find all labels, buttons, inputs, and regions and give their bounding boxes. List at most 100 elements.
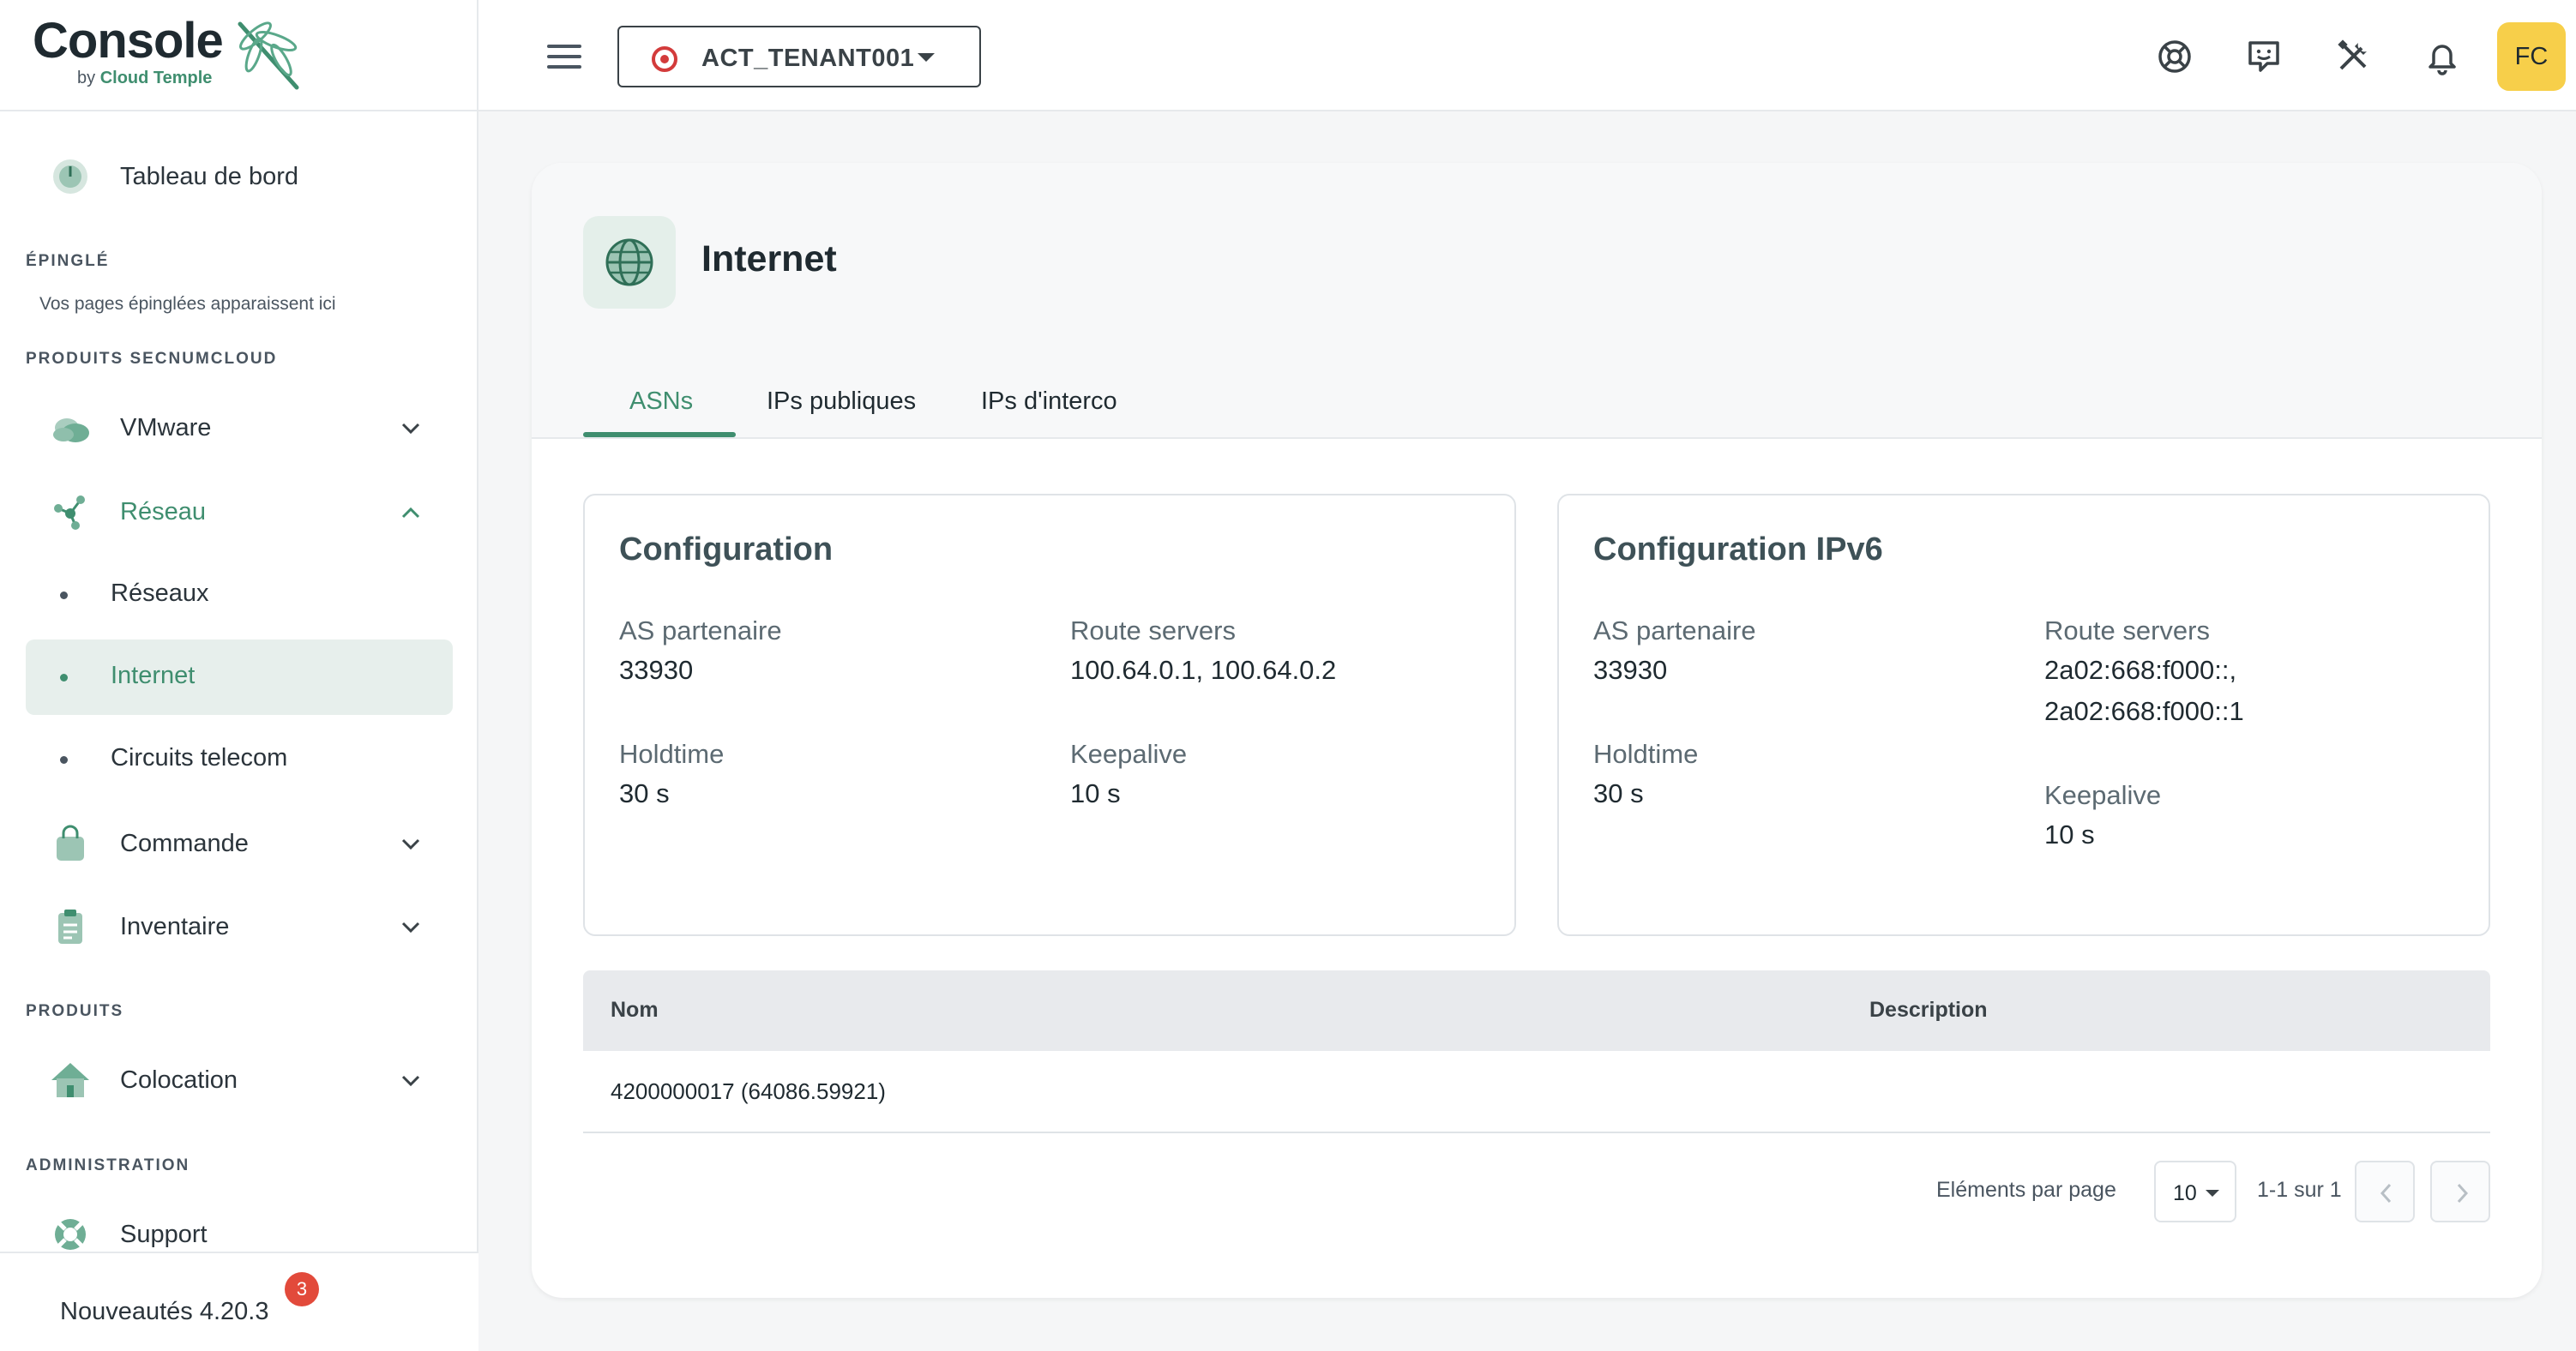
nav-reseau-label: Réseau xyxy=(120,497,206,525)
route-servers-value-1: 2a02:668:f000::, xyxy=(2044,655,2237,685)
keepalive-value: 10 s xyxy=(2044,820,2095,850)
nav-reseau[interactable]: Réseau xyxy=(26,474,453,549)
tab-ips-publiques[interactable]: IPs publiques xyxy=(767,387,916,439)
nav-reseaux[interactable]: Réseaux xyxy=(26,557,453,633)
nav-inventaire[interactable]: Inventaire xyxy=(26,889,453,964)
feedback-icon[interactable] xyxy=(2243,36,2284,77)
nav-vmware[interactable]: VMware xyxy=(26,390,453,465)
chevron-up-icon xyxy=(401,507,420,519)
news-link[interactable]: Nouveautés 4.20.3 xyxy=(60,1298,268,1326)
nav-internet-label: Internet xyxy=(111,662,196,689)
logo-title: Console xyxy=(33,13,224,69)
table-row[interactable]: 4200000017 (64086.59921) xyxy=(583,1051,2490,1133)
news-badge: 3 xyxy=(285,1272,319,1306)
route-servers-label: Route servers xyxy=(2044,615,2210,645)
chevron-down-icon xyxy=(401,922,420,934)
lifebuoy-icon xyxy=(55,1219,86,1250)
chevron-down-icon xyxy=(401,838,420,850)
cell-nom: 4200000017 (64086.59921) xyxy=(611,1078,886,1104)
menu-toggle-icon[interactable] xyxy=(547,45,581,69)
section-secnumcloud: PRODUITS SECNUMCLOUD xyxy=(26,350,278,368)
nav-dashboard-label: Tableau de bord xyxy=(120,162,298,190)
nav-colocation-label: Colocation xyxy=(120,1066,238,1094)
col-description[interactable]: Description xyxy=(1869,998,1988,1023)
as-partner-label: AS partenaire xyxy=(1593,615,1756,645)
holdtime-label: Holdtime xyxy=(1593,739,1699,769)
items-per-page-label: Eléments par page xyxy=(1936,1178,2116,1202)
col-nom[interactable]: Nom xyxy=(611,998,659,1023)
page-icon-box xyxy=(583,216,676,309)
clipboard-icon xyxy=(58,910,82,944)
tenant-selector[interactable]: ACT_TENANT001 xyxy=(617,26,981,87)
section-produits: PRODUITS xyxy=(26,1002,124,1020)
sidebar: Console by Cloud Temple Tableau de bord … xyxy=(0,0,478,1351)
main-card: Internet ASNs IPs publiques IPs d'interc… xyxy=(532,163,2542,1298)
nav-support-label: Support xyxy=(120,1220,208,1248)
next-page-button[interactable] xyxy=(2430,1161,2490,1222)
section-pinned: ÉPINGLÉ xyxy=(26,252,110,270)
route-servers-label: Route servers xyxy=(1070,615,1236,645)
tab-ips-interco[interactable]: IPs d'interco xyxy=(981,387,1117,439)
tenant-name: ACT_TENANT001 xyxy=(701,45,915,72)
tab-asns[interactable]: ASNs xyxy=(629,387,693,439)
logo-brand: Cloud Temple xyxy=(99,69,213,87)
bell-icon[interactable] xyxy=(2422,36,2463,77)
user-avatar[interactable]: FC xyxy=(2497,22,2566,91)
keepalive-label: Keepalive xyxy=(2044,780,2162,810)
lifebuoy-icon[interactable] xyxy=(2154,36,2195,77)
caret-down-icon xyxy=(918,53,935,62)
pinned-hint: Vos pages épinglées apparaissent ici xyxy=(39,294,336,314)
target-icon xyxy=(652,46,677,72)
chevron-down-icon xyxy=(401,423,420,435)
nav-vmware-label: VMware xyxy=(120,413,212,441)
page-title: Internet xyxy=(701,238,837,279)
nav-colocation[interactable]: Colocation xyxy=(26,1042,453,1118)
holdtime-value: 30 s xyxy=(1593,778,1644,808)
config-ipv6-title: Configuration IPv6 xyxy=(1593,531,1883,567)
prev-page-button[interactable] xyxy=(2355,1161,2415,1222)
tools-icon[interactable] xyxy=(2332,36,2374,77)
active-tab-indicator xyxy=(583,432,736,437)
shopping-bag-icon xyxy=(57,825,84,861)
nav-circuits-label: Circuits telecom xyxy=(111,744,288,772)
chevron-left-icon xyxy=(2380,1183,2392,1204)
caret-down-icon xyxy=(2206,1190,2219,1197)
logo[interactable]: Console by Cloud Temple xyxy=(0,0,478,111)
route-servers-value-2: 2a02:668:f000::1 xyxy=(2044,696,2244,726)
bullet xyxy=(60,756,68,764)
chevron-right-icon xyxy=(2457,1183,2469,1204)
bullet xyxy=(60,591,68,599)
config-title: Configuration xyxy=(619,531,834,567)
nav-circuits-telecom[interactable]: Circuits telecom xyxy=(26,722,453,797)
config-card: Configuration AS partenaire 33930 Route … xyxy=(583,494,1516,936)
as-partner-label: AS partenaire xyxy=(619,615,782,645)
globe-icon xyxy=(605,238,653,286)
card-header: Internet ASNs IPs publiques IPs d'interc… xyxy=(532,163,2542,439)
network-icon xyxy=(54,495,85,530)
nav-dashboard[interactable]: Tableau de bord xyxy=(26,139,453,214)
table-header: Nom Description xyxy=(583,970,2490,1051)
items-per-page-value: 10 xyxy=(2173,1181,2197,1205)
cloud-icon xyxy=(53,418,89,442)
items-per-page-select[interactable]: 10 xyxy=(2154,1161,2236,1222)
nav-internet[interactable]: Internet xyxy=(26,639,453,715)
route-servers-value: 100.64.0.1, 100.64.0.2 xyxy=(1070,655,1337,685)
nav-commande-label: Commande xyxy=(120,829,249,857)
keepalive-label: Keepalive xyxy=(1070,739,1188,769)
nav-inventaire-label: Inventaire xyxy=(120,912,230,940)
nav-reseaux-label: Réseaux xyxy=(111,579,209,607)
config-ipv6-card: Configuration IPv6 AS partenaire 33930 R… xyxy=(1557,494,2490,936)
holdtime-label: Holdtime xyxy=(619,739,725,769)
sidebar-footer: Nouveautés 4.20.3 3 xyxy=(0,1252,478,1351)
house-icon xyxy=(51,1063,89,1097)
as-partner-value: 33930 xyxy=(1593,655,1668,685)
as-partner-value: 33930 xyxy=(619,655,694,685)
bullet xyxy=(60,674,68,682)
section-administration: ADMINISTRATION xyxy=(26,1156,190,1174)
chevron-down-icon xyxy=(401,1075,420,1087)
nav-commande[interactable]: Commande xyxy=(26,806,453,881)
holdtime-value: 30 s xyxy=(619,778,670,808)
logo-subtitle: by Cloud Temple xyxy=(77,69,212,88)
logo-by: by xyxy=(77,69,96,87)
topbar: ACT_TENANT001 FC xyxy=(478,0,2576,111)
